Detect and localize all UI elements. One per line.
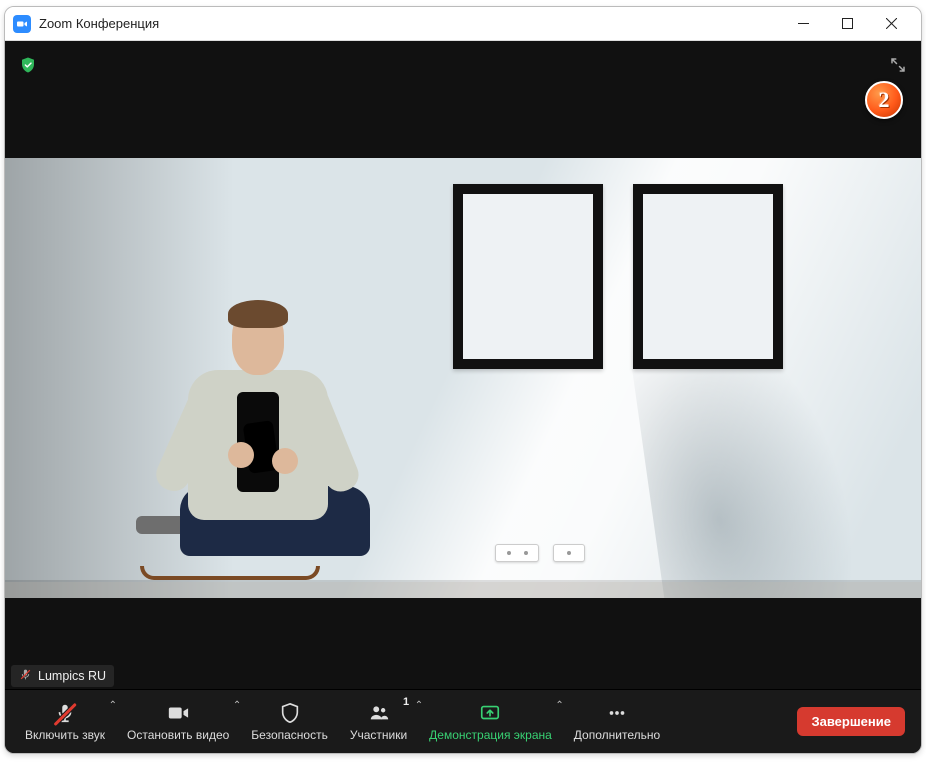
- participant-name-label: Lumpics RU: [38, 669, 106, 683]
- more-options-button[interactable]: Дополнительно: [564, 694, 670, 750]
- participants-button[interactable]: Участники 1 ⌃: [340, 694, 417, 750]
- chevron-up-icon[interactable]: ⌃: [109, 700, 117, 711]
- participants-count: 1: [403, 696, 409, 708]
- share-screen-button[interactable]: Демонстрация экрана ⌃: [419, 694, 562, 750]
- wall-picture-frame: [453, 184, 603, 369]
- wall-socket: [553, 544, 585, 562]
- toolbar-label: Остановить видео: [127, 728, 229, 742]
- encryption-shield-icon[interactable]: [19, 56, 37, 79]
- meeting-topbar: [5, 41, 921, 93]
- meeting-area: 2: [5, 41, 921, 753]
- zoom-app-icon: [13, 15, 31, 33]
- seated-person: [110, 390, 370, 580]
- unmute-audio-button[interactable]: Включить звук ⌃: [15, 694, 115, 750]
- participant-nametag: Lumpics RU: [11, 665, 114, 687]
- chevron-up-icon[interactable]: ⌃: [233, 700, 241, 711]
- muted-mic-icon: [19, 668, 32, 684]
- annotation-step-number: 2: [879, 87, 890, 113]
- end-button-label: Завершение: [811, 714, 891, 729]
- meeting-toolbar: Включить звук ⌃ Остановить видео ⌃ Безоп…: [5, 689, 921, 753]
- security-button[interactable]: Безопасность: [241, 694, 338, 750]
- toolbar-label: Безопасность: [251, 728, 328, 742]
- window-maximize-button[interactable]: [825, 7, 869, 41]
- window-minimize-button[interactable]: [781, 7, 825, 41]
- participant-video[interactable]: [5, 158, 921, 598]
- window-title: Zoom Конференция: [39, 16, 159, 31]
- toolbar-label: Дополнительно: [574, 728, 660, 742]
- window-close-button[interactable]: [869, 7, 913, 41]
- chevron-up-icon[interactable]: ⌃: [555, 700, 563, 711]
- titlebar: Zoom Конференция: [5, 7, 921, 41]
- annotation-step-badge: 2: [865, 81, 903, 119]
- video-container: [5, 93, 921, 663]
- toolbar-label: Включить звук: [25, 728, 105, 742]
- app-window: Zoom Конференция 2: [4, 6, 922, 754]
- toolbar-label: Демонстрация экрана: [429, 728, 552, 742]
- nametag-row: Lumpics RU: [5, 663, 921, 689]
- wall-picture-frame: [633, 184, 783, 369]
- stop-video-button[interactable]: Остановить видео ⌃: [117, 694, 239, 750]
- enter-fullscreen-button[interactable]: [889, 56, 907, 79]
- toolbar-label: Участники: [350, 728, 407, 742]
- end-meeting-button[interactable]: Завершение: [797, 707, 905, 736]
- wall-socket: [495, 544, 539, 562]
